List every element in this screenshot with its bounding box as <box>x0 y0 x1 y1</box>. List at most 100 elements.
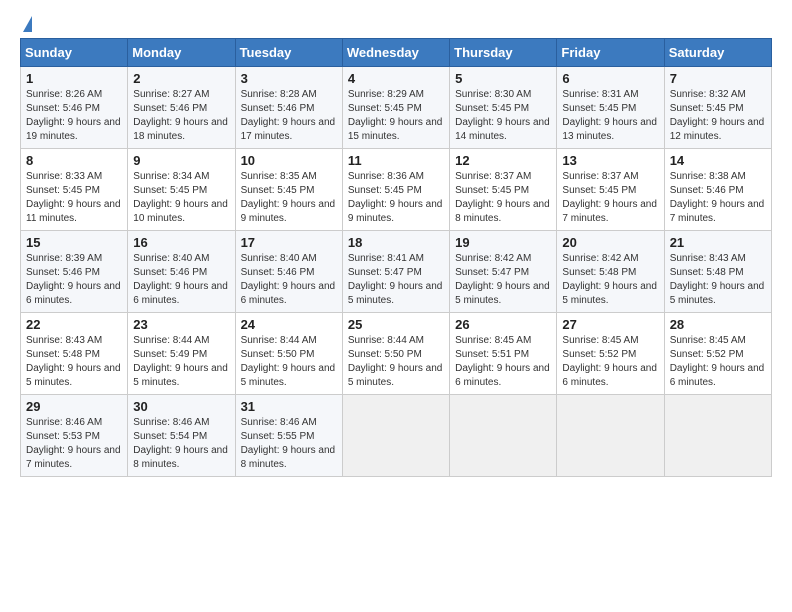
weekday-header-row: SundayMondayTuesdayWednesdayThursdayFrid… <box>21 39 772 67</box>
day-number: 5 <box>455 71 551 86</box>
cell-info: Sunrise: 8:40 AMSunset: 5:46 PMDaylight:… <box>133 253 228 306</box>
cell-info: Sunrise: 8:42 AMSunset: 5:48 PMDaylight:… <box>562 253 657 306</box>
calendar-cell: 27 Sunrise: 8:45 AMSunset: 5:52 PMDayligh… <box>557 313 664 395</box>
weekday-header-friday: Friday <box>557 39 664 67</box>
weekday-header-thursday: Thursday <box>450 39 557 67</box>
calendar-cell: 31Sunrise: 8:46 AMSunset: 5:55 PMDayligh… <box>235 395 342 477</box>
calendar-cell: 19 Sunrise: 8:42 AMSunset: 5:47 PMDayligh… <box>450 231 557 313</box>
cell-info: Sunrise: 8:41 AMSunset: 5:47 PMDaylight:… <box>348 253 443 306</box>
day-number: 14 <box>670 153 766 168</box>
calendar-cell: 11Sunrise: 8:36 AMSunset: 5:45 PMDayligh… <box>342 149 449 231</box>
calendar-cell: 5 Sunrise: 8:30 AMSunset: 5:45 PMDaylight… <box>450 67 557 149</box>
calendar-cell: 14 Sunrise: 8:38 AMSunset: 5:46 PMDayligh… <box>664 149 771 231</box>
cell-info: Sunrise: 8:38 AMSunset: 5:46 PMDaylight:… <box>670 171 765 224</box>
cell-info: Sunrise: 8:32 AMSunset: 5:45 PMDaylight:… <box>670 89 765 142</box>
cell-info: Sunrise: 8:45 AMSunset: 5:52 PMDaylight:… <box>670 335 765 388</box>
day-number: 16 <box>133 235 229 250</box>
day-number: 19 <box>455 235 551 250</box>
cell-info: Sunrise: 8:33 AMSunset: 5:45 PMDaylight:… <box>26 171 121 224</box>
calendar-cell: 26 Sunrise: 8:45 AMSunset: 5:51 PMDayligh… <box>450 313 557 395</box>
cell-info: Sunrise: 8:30 AMSunset: 5:45 PMDaylight:… <box>455 89 550 142</box>
day-number: 8 <box>26 153 122 168</box>
calendar-cell: 12 Sunrise: 8:37 AMSunset: 5:45 PMDayligh… <box>450 149 557 231</box>
cell-info: Sunrise: 8:40 AMSunset: 5:46 PMDaylight:… <box>241 253 336 306</box>
calendar-cell: 29Sunrise: 8:46 AMSunset: 5:53 PMDayligh… <box>21 395 128 477</box>
day-number: 29 <box>26 399 122 414</box>
cell-info: Sunrise: 8:45 AMSunset: 5:52 PMDaylight:… <box>562 335 657 388</box>
calendar-cell: 17 Sunrise: 8:40 AMSunset: 5:46 PMDayligh… <box>235 231 342 313</box>
cell-info: Sunrise: 8:37 AMSunset: 5:45 PMDaylight:… <box>455 171 550 224</box>
day-number: 28 <box>670 317 766 332</box>
cell-info: Sunrise: 8:27 AMSunset: 5:46 PMDaylight:… <box>133 89 228 142</box>
calendar-week-row: 1 Sunrise: 8:26 AMSunset: 5:46 PMDaylight… <box>21 67 772 149</box>
calendar-week-row: 8 Sunrise: 8:33 AMSunset: 5:45 PMDaylight… <box>21 149 772 231</box>
cell-info: Sunrise: 8:44 AMSunset: 5:49 PMDaylight:… <box>133 335 228 388</box>
day-number: 10 <box>241 153 337 168</box>
calendar-cell: 7 Sunrise: 8:32 AMSunset: 5:45 PMDaylight… <box>664 67 771 149</box>
cell-info: Sunrise: 8:44 AMSunset: 5:50 PMDaylight:… <box>348 335 443 388</box>
calendar-cell: 24 Sunrise: 8:44 AMSunset: 5:50 PMDayligh… <box>235 313 342 395</box>
day-number: 3 <box>241 71 337 86</box>
day-number: 6 <box>562 71 658 86</box>
day-number: 4 <box>348 71 444 86</box>
day-number: 23 <box>133 317 229 332</box>
logo-triangle-icon <box>23 16 32 32</box>
day-number: 22 <box>26 317 122 332</box>
cell-info: Sunrise: 8:43 AMSunset: 5:48 PMDaylight:… <box>26 335 121 388</box>
day-number: 1 <box>26 71 122 86</box>
cell-info: Sunrise: 8:39 AMSunset: 5:46 PMDaylight:… <box>26 253 121 306</box>
day-number: 27 <box>562 317 658 332</box>
day-number: 24 <box>241 317 337 332</box>
day-number: 26 <box>455 317 551 332</box>
day-number: 2 <box>133 71 229 86</box>
day-number: 20 <box>562 235 658 250</box>
calendar-cell: 16 Sunrise: 8:40 AMSunset: 5:46 PMDayligh… <box>128 231 235 313</box>
day-number: 7 <box>670 71 766 86</box>
cell-info: Sunrise: 8:44 AMSunset: 5:50 PMDaylight:… <box>241 335 336 388</box>
day-number: 25 <box>348 317 444 332</box>
day-number: 15 <box>26 235 122 250</box>
cell-info: Sunrise: 8:29 AMSunset: 5:45 PMDaylight:… <box>348 89 443 142</box>
calendar-cell: 20 Sunrise: 8:42 AMSunset: 5:48 PMDayligh… <box>557 231 664 313</box>
weekday-header-sunday: Sunday <box>21 39 128 67</box>
calendar-cell: 9Sunrise: 8:34 AMSunset: 5:45 PMDaylight… <box>128 149 235 231</box>
calendar-cell: 22 Sunrise: 8:43 AMSunset: 5:48 PMDayligh… <box>21 313 128 395</box>
calendar-week-row: 15 Sunrise: 8:39 AMSunset: 5:46 PMDayligh… <box>21 231 772 313</box>
calendar-table: SundayMondayTuesdayWednesdayThursdayFrid… <box>20 38 772 477</box>
calendar-cell <box>664 395 771 477</box>
day-number: 9 <box>133 153 229 168</box>
cell-info: Sunrise: 8:28 AMSunset: 5:46 PMDaylight:… <box>241 89 336 142</box>
cell-info: Sunrise: 8:37 AMSunset: 5:45 PMDaylight:… <box>562 171 657 224</box>
calendar-week-row: 22 Sunrise: 8:43 AMSunset: 5:48 PMDayligh… <box>21 313 772 395</box>
cell-info: Sunrise: 8:46 AMSunset: 5:54 PMDaylight:… <box>133 417 228 470</box>
cell-info: Sunrise: 8:35 AMSunset: 5:45 PMDaylight:… <box>241 171 336 224</box>
calendar-cell: 23 Sunrise: 8:44 AMSunset: 5:49 PMDayligh… <box>128 313 235 395</box>
day-number: 30 <box>133 399 229 414</box>
calendar-cell: 25 Sunrise: 8:44 AMSunset: 5:50 PMDayligh… <box>342 313 449 395</box>
cell-info: Sunrise: 8:36 AMSunset: 5:45 PMDaylight:… <box>348 171 443 224</box>
calendar-cell: 3 Sunrise: 8:28 AMSunset: 5:46 PMDaylight… <box>235 67 342 149</box>
calendar-cell: 4 Sunrise: 8:29 AMSunset: 5:45 PMDaylight… <box>342 67 449 149</box>
weekday-header-tuesday: Tuesday <box>235 39 342 67</box>
day-number: 18 <box>348 235 444 250</box>
day-number: 21 <box>670 235 766 250</box>
weekday-header-wednesday: Wednesday <box>342 39 449 67</box>
calendar-week-row: 29Sunrise: 8:46 AMSunset: 5:53 PMDayligh… <box>21 395 772 477</box>
calendar-cell <box>557 395 664 477</box>
cell-info: Sunrise: 8:45 AMSunset: 5:51 PMDaylight:… <box>455 335 550 388</box>
day-number: 12 <box>455 153 551 168</box>
cell-info: Sunrise: 8:43 AMSunset: 5:48 PMDaylight:… <box>670 253 765 306</box>
calendar-cell: 13 Sunrise: 8:37 AMSunset: 5:45 PMDayligh… <box>557 149 664 231</box>
cell-info: Sunrise: 8:42 AMSunset: 5:47 PMDaylight:… <box>455 253 550 306</box>
calendar-cell: 21 Sunrise: 8:43 AMSunset: 5:48 PMDayligh… <box>664 231 771 313</box>
calendar-cell <box>450 395 557 477</box>
calendar-cell: 6Sunrise: 8:31 AMSunset: 5:45 PMDaylight… <box>557 67 664 149</box>
cell-info: Sunrise: 8:46 AMSunset: 5:55 PMDaylight:… <box>241 417 336 470</box>
weekday-header-saturday: Saturday <box>664 39 771 67</box>
weekday-header-monday: Monday <box>128 39 235 67</box>
calendar-cell: 30 Sunrise: 8:46 AMSunset: 5:54 PMDayligh… <box>128 395 235 477</box>
calendar-cell: 8 Sunrise: 8:33 AMSunset: 5:45 PMDaylight… <box>21 149 128 231</box>
day-number: 17 <box>241 235 337 250</box>
day-number: 13 <box>562 153 658 168</box>
cell-info: Sunrise: 8:26 AMSunset: 5:46 PMDaylight:… <box>26 89 121 142</box>
